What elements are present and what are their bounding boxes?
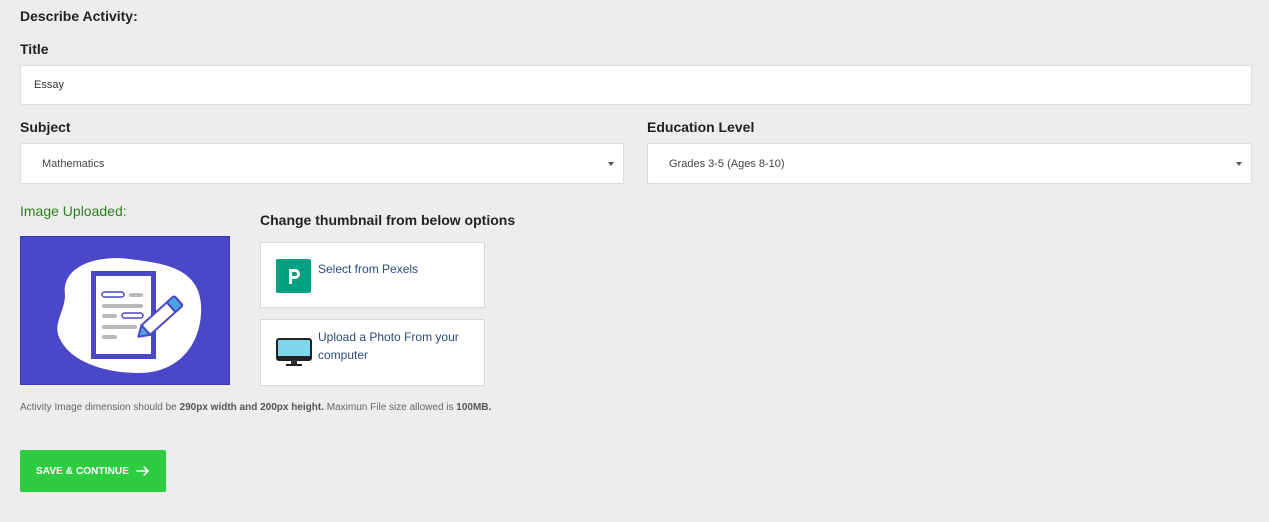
activity-thumbnail: [20, 236, 230, 385]
select-from-pexels-label: Select from Pexels: [318, 262, 419, 276]
select-from-pexels-button[interactable]: Select from Pexels: [260, 242, 485, 308]
caret-down-icon: [608, 161, 614, 166]
computer-monitor-icon: [276, 338, 312, 368]
save-continue-button[interactable]: SAVE & CONTINUE: [20, 450, 166, 492]
title-label: Title: [20, 41, 49, 57]
help-dimensions: 290px width and 200px height.: [179, 402, 325, 413]
upload-photo-label: Upload a Photo From your computer: [318, 330, 459, 362]
save-continue-label: SAVE & CONTINUE: [36, 465, 129, 477]
change-thumbnail-label: Change thumbnail from below options: [260, 212, 516, 228]
help-mid: Maximun File size allowed is: [324, 402, 457, 413]
subject-select[interactable]: Mathematics: [20, 143, 624, 184]
help-prefix: Activity Image dimension should be: [20, 402, 180, 413]
subject-label: Subject: [20, 119, 71, 135]
upload-photo-button[interactable]: Upload a Photo From your computer: [260, 319, 485, 386]
education-level-select[interactable]: Grades 3-5 (Ages 8-10): [647, 143, 1252, 184]
section-title: Describe Activity:: [20, 8, 138, 24]
arrow-right-icon: [136, 466, 150, 476]
pexels-logo-icon: [276, 259, 311, 293]
education-level-select-value: Grades 3-5 (Ages 8-10): [669, 157, 785, 170]
image-uploaded-label: Image Uploaded:: [20, 203, 127, 219]
caret-down-icon: [1236, 161, 1242, 166]
image-dimension-help: Activity Image dimension should be 290px…: [20, 402, 491, 413]
education-level-label: Education Level: [647, 119, 755, 135]
title-input-value: Essay: [34, 79, 64, 91]
title-input[interactable]: Essay: [20, 65, 1252, 105]
subject-select-value: Mathematics: [42, 157, 105, 170]
essay-document-illustration: [57, 258, 202, 373]
help-size: 100MB.: [456, 402, 492, 413]
